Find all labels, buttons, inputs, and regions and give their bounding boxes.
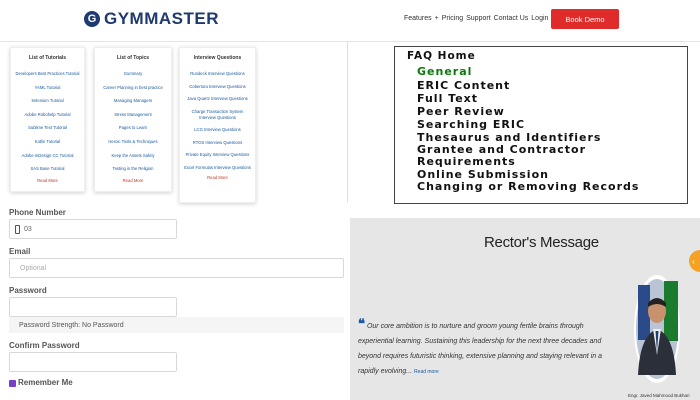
nav-contact-us[interactable]: Contact Us bbox=[494, 15, 529, 22]
interview-link[interactable]: Charge Transaction System Interview Ques… bbox=[183, 109, 252, 121]
topic-link[interactable]: Stress Management bbox=[98, 112, 168, 117]
confirm-password-label: Confirm Password bbox=[9, 341, 80, 350]
faq-panel: FAQ Home General ERIC Content Full Text … bbox=[394, 46, 688, 204]
rector-quote-text: Our core ambition is to nurture and groo… bbox=[358, 323, 602, 375]
password-strength: Password Strength: No Password bbox=[9, 317, 344, 333]
faq-item-peer-review[interactable]: Peer Review bbox=[417, 105, 505, 118]
faq-item-changing-records[interactable]: Changing or Removing Records bbox=[417, 181, 657, 193]
interview-link[interactable]: Java Quartz Interview Questions bbox=[183, 96, 252, 102]
logo-mark-icon: G bbox=[84, 11, 100, 27]
tutorial-link[interactable]: YAML Tutorial bbox=[14, 85, 81, 90]
top-navbar: G GYMMASTER Features + Pricing Support C… bbox=[0, 0, 700, 42]
faq-item-full-text[interactable]: Full Text bbox=[417, 92, 478, 105]
remember-me-label: Remember Me bbox=[18, 378, 73, 387]
tutorial-link[interactable]: Adobe Robohelp Tutorial bbox=[14, 112, 81, 117]
phone-label: Phone Number bbox=[9, 208, 66, 217]
tutorial-link[interactable]: Sublime Text Tutorial bbox=[14, 125, 81, 130]
read-more-link[interactable]: Read More bbox=[98, 178, 168, 183]
phone-value: 03 bbox=[24, 225, 32, 233]
interview-link[interactable]: LCG Interview Questions bbox=[183, 127, 252, 133]
interview-link[interactable]: Private Equity Interview Questions bbox=[183, 152, 252, 158]
faq-item-eric-content[interactable]: ERIC Content bbox=[417, 79, 510, 92]
book-demo-button[interactable]: Book Demo bbox=[551, 9, 619, 29]
logo-text: GYMMASTER bbox=[104, 9, 219, 28]
tutorial-link[interactable]: Adobe InDesign CC Tutorial bbox=[14, 153, 81, 158]
read-more-link[interactable]: Read More bbox=[183, 175, 252, 180]
topic-link[interactable]: Managing Managers bbox=[98, 98, 168, 103]
tutorial-link[interactable]: Selenium Tutorial bbox=[14, 98, 81, 103]
tutorial-link[interactable]: SAS Base Tutorial bbox=[14, 166, 81, 171]
password-label: Password bbox=[9, 286, 47, 295]
tutorial-link[interactable]: Kotlin Tutorial bbox=[14, 139, 81, 144]
phone-icon bbox=[15, 224, 20, 234]
rector-quote: ❝ Our core ambition is to nurture and gr… bbox=[358, 316, 620, 380]
interview-link[interactable]: Excel Formulas Interview Questions bbox=[183, 165, 252, 171]
email-label: Email bbox=[9, 247, 31, 256]
faq-item-grantee[interactable]: Grantee and Contractor Requirements bbox=[417, 144, 657, 168]
tutorials-card: List of Tutorials Developers Best Practi… bbox=[10, 47, 85, 192]
nav-features[interactable]: Features bbox=[404, 15, 432, 22]
nav-plus[interactable]: + bbox=[435, 15, 439, 22]
phone-field[interactable]: 03 bbox=[9, 219, 177, 239]
rector-read-more[interactable]: Read more bbox=[414, 369, 439, 375]
topic-link[interactable]: Pages to Learn bbox=[98, 125, 168, 130]
quote-icon: ❝ bbox=[358, 316, 365, 331]
faq-item-searching-eric[interactable]: Searching ERIC bbox=[417, 118, 525, 131]
rector-name: Engr. Javed Mahmood Bukhari bbox=[628, 393, 690, 398]
nav-pricing[interactable]: Pricing bbox=[442, 15, 463, 22]
rector-portrait bbox=[634, 275, 680, 383]
topic-link[interactable]: Testing in the Religion bbox=[98, 166, 168, 171]
topics-card-title: List of Topics bbox=[116, 55, 150, 61]
interview-link[interactable]: Cobertura Interview Questions bbox=[183, 84, 252, 90]
topic-link[interactable]: Keep the Assets Safely bbox=[98, 153, 168, 158]
confirm-password-field[interactable] bbox=[9, 352, 177, 372]
tutorials-card-title: List of Tutorials bbox=[28, 55, 67, 61]
read-more-link[interactable]: Read More bbox=[14, 178, 81, 183]
topics-card: List of Topics Gummary Career Planning i… bbox=[94, 47, 172, 192]
interview-card-title: Interview Questions bbox=[193, 55, 242, 61]
nav-login[interactable]: Login bbox=[531, 15, 548, 22]
chevron-left-icon: ‹ bbox=[692, 256, 695, 266]
remember-me-checkbox[interactable] bbox=[9, 380, 16, 387]
password-field[interactable] bbox=[9, 297, 177, 317]
tutorial-link[interactable]: Developers Best Practices Tutorial bbox=[14, 71, 81, 76]
email-field[interactable]: Optional bbox=[9, 258, 344, 278]
interview-link[interactable]: RTOS Interview Questions bbox=[183, 140, 252, 146]
gymmaster-logo[interactable]: G GYMMASTER bbox=[84, 9, 219, 29]
topic-link[interactable]: Career Planning in best practice bbox=[98, 85, 168, 90]
faq-title: FAQ Home bbox=[407, 50, 476, 62]
topic-link[interactable]: Heroic Tools & Techniques bbox=[98, 139, 168, 144]
interview-questions-card: Interview Questions Rundeck Interview Qu… bbox=[179, 47, 256, 203]
nav-menu: Features + Pricing Support Contact Us Lo… bbox=[404, 15, 548, 22]
interview-link[interactable]: Rundeck Interview Questions bbox=[183, 71, 252, 77]
faq-item-general[interactable]: General bbox=[417, 65, 472, 78]
rector-title: Rector's Message bbox=[484, 234, 599, 251]
pane-divider bbox=[347, 42, 348, 202]
topic-link[interactable]: Gummary bbox=[98, 71, 168, 76]
nav-support[interactable]: Support bbox=[466, 15, 491, 22]
